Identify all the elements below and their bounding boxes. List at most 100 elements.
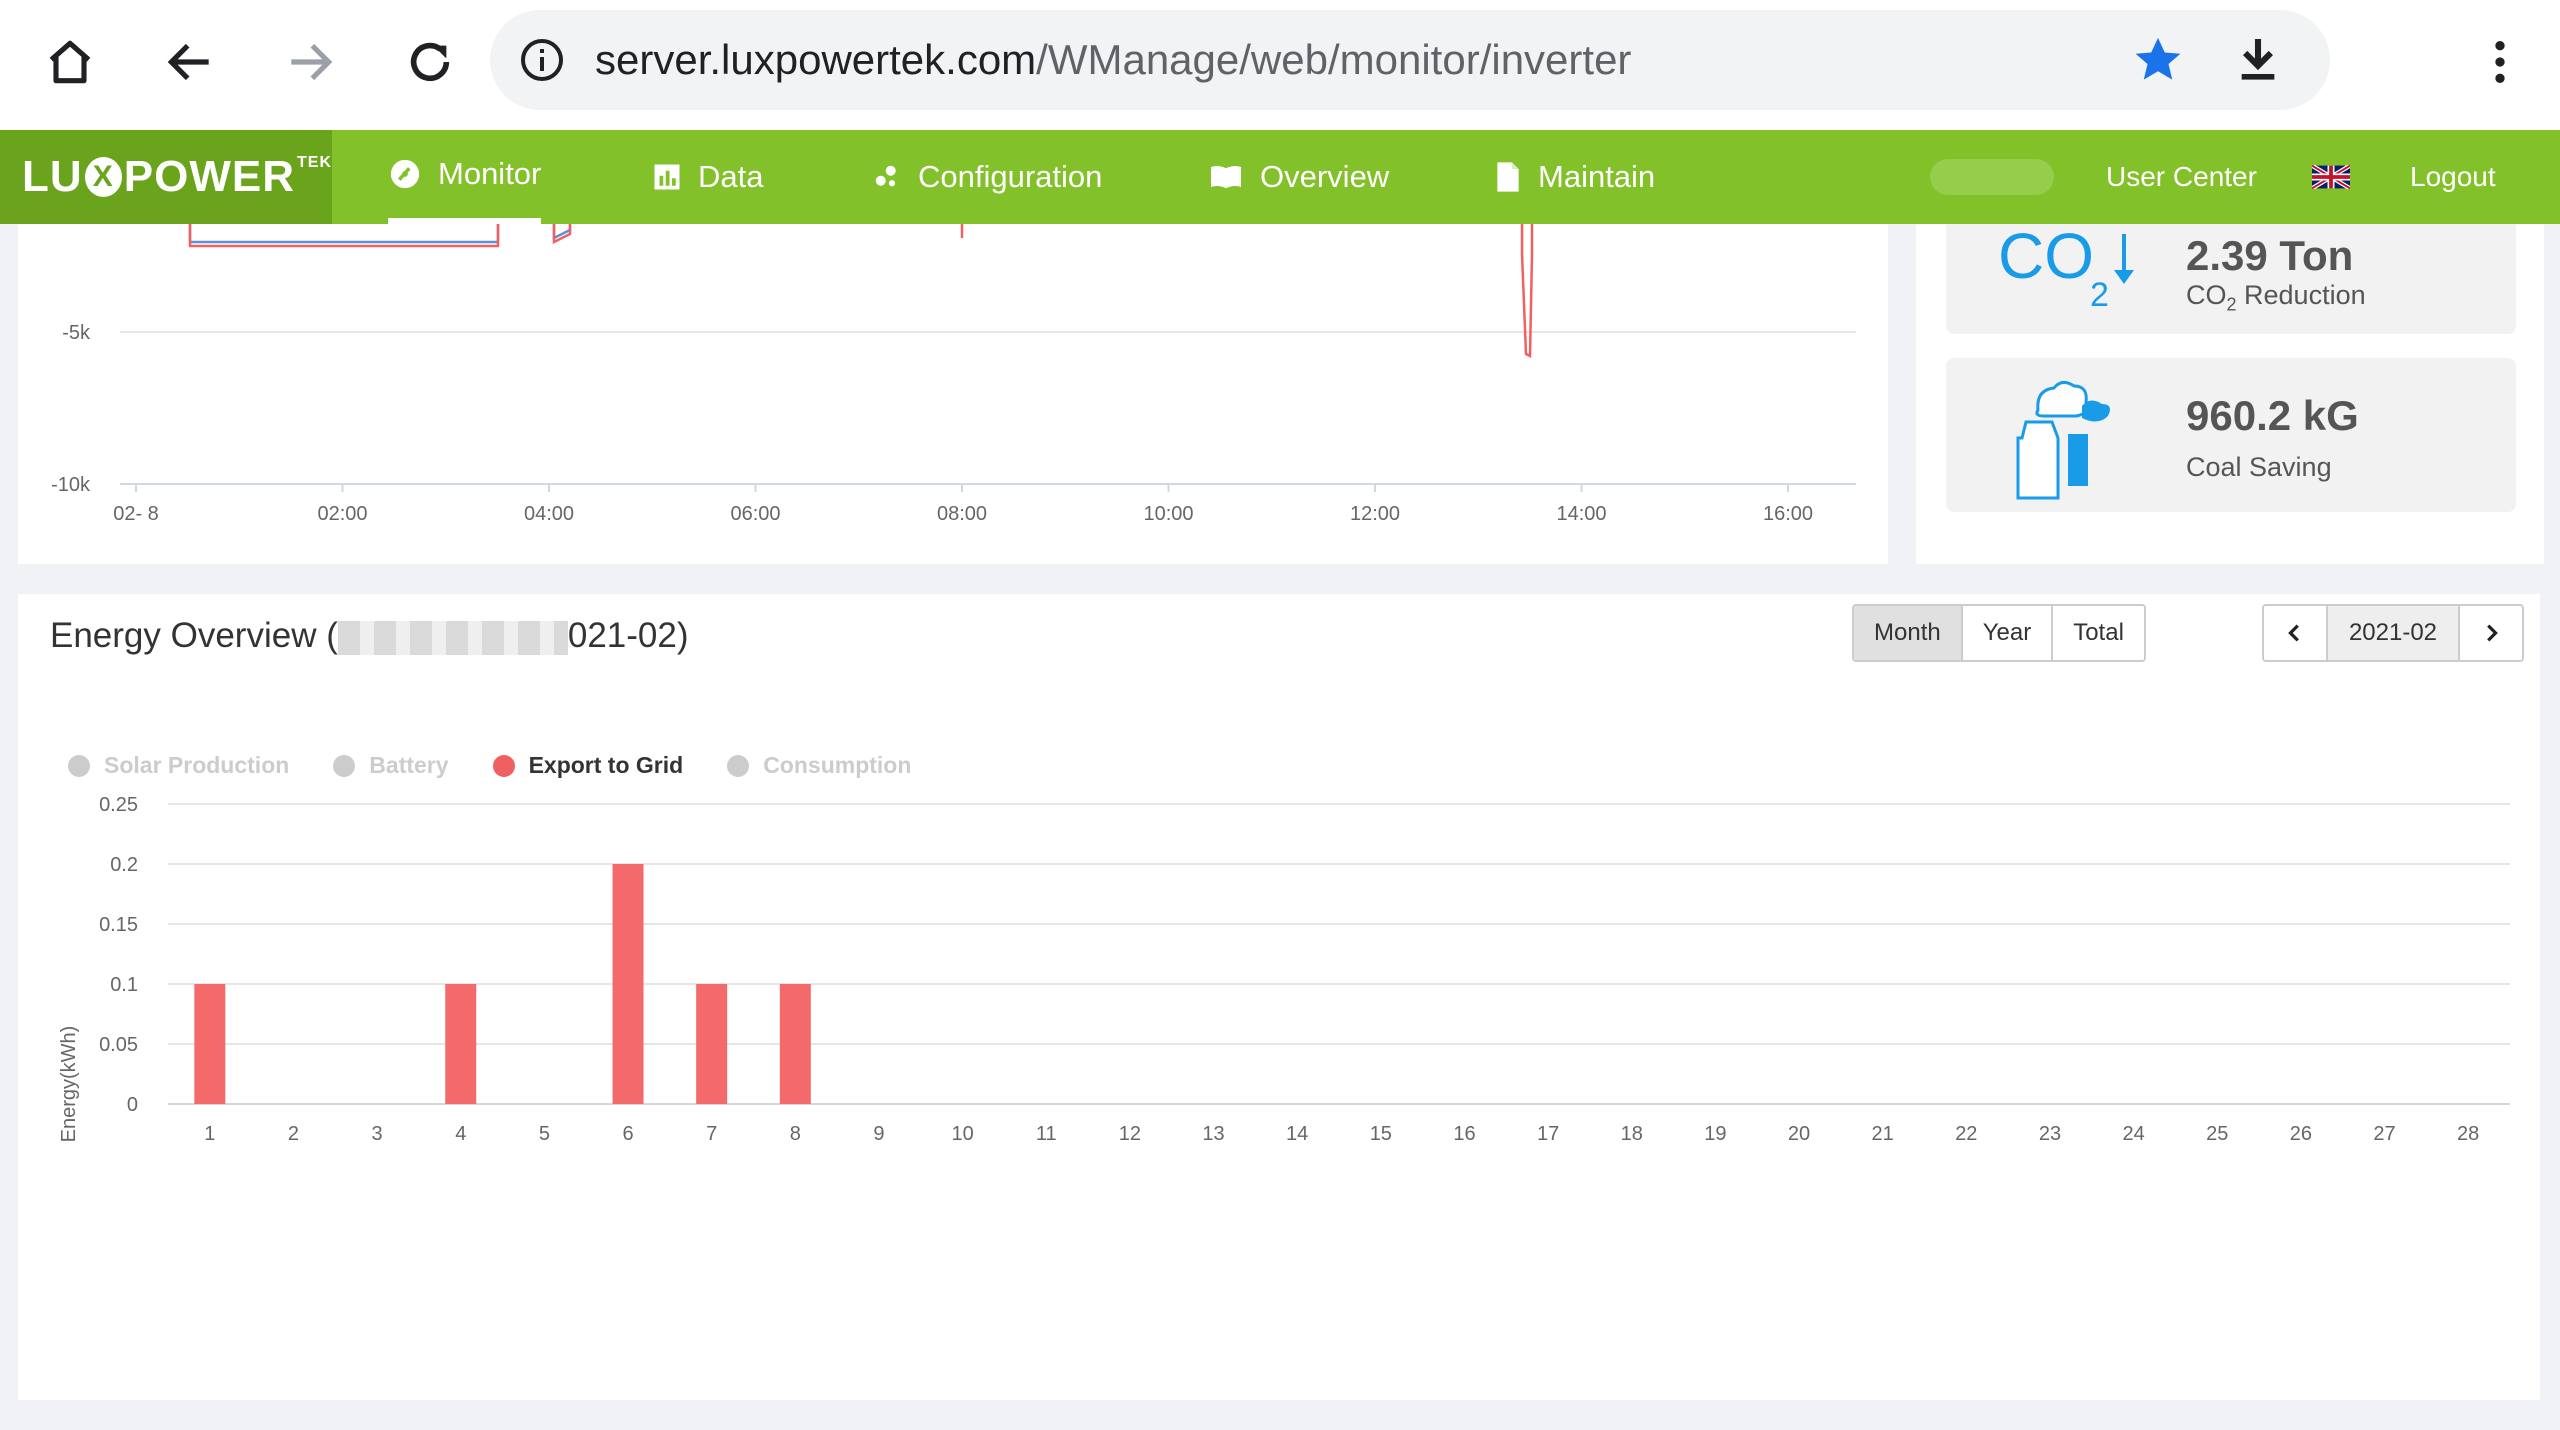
x-tick-label: 21 [1872,1123,1894,1145]
legend-battery[interactable]: Battery [333,752,449,779]
nav-overview-label: Overview [1260,159,1390,194]
power-x-tick-label: 02:00 [317,503,367,525]
home-icon[interactable] [36,28,104,96]
y-tick-label: 0.2 [110,854,138,876]
x-tick-label: 10 [951,1123,973,1145]
y-tick-label: 0.25 [99,794,138,816]
logout-link[interactable]: Logout [2410,130,2496,224]
battery-trace [188,224,500,244]
nav-configuration[interactable]: Configuration [872,130,1102,224]
nav-maintain-label: Maintain [1538,159,1656,194]
username-redacted [1930,130,2054,224]
luxpower-logo[interactable]: LU X POWER TEK [0,130,332,224]
y-tick-neg5k: -5k [62,322,91,344]
x-tick-label: 19 [1704,1123,1726,1145]
y-tick-label: 0 [127,1094,138,1116]
bar-chart-icon [654,164,680,190]
x-tick-label: 22 [1955,1123,1977,1145]
energy-title: Energy Overview (021-02) [50,616,689,655]
nav-monitor-label: Monitor [438,156,542,191]
x-tick-label: 24 [2122,1123,2144,1145]
y-tick-label: 0.1 [110,974,138,996]
x-tick-label: 15 [1370,1123,1392,1145]
period-toggle: Month Year Total [1852,604,2146,662]
year-button[interactable]: Year [1962,606,2054,660]
next-month-button[interactable] [2460,606,2522,660]
date-value[interactable]: 2021-02 [2326,606,2460,660]
power-line-chart: -5k -10k 02- 8 02:00 04:00 06:00 08:00 10:00 1… [51,224,1856,525]
bar-export-day-8 [779,984,811,1104]
x-tick-label: 1 [204,1123,215,1145]
x-tick-label: 12 [1119,1123,1141,1145]
redacted-serial [337,620,568,655]
total-button[interactable]: Total [2053,606,2144,660]
x-tick-label: 25 [2206,1123,2228,1145]
legend-export-to-grid[interactable]: Export to Grid [492,752,683,779]
legend-consumption[interactable]: Consumption [727,752,911,779]
main-nav: LU X POWER TEK Monitor Data Configuration O… [0,130,2560,224]
download-icon[interactable] [2230,32,2286,93]
x-tick-label: 28 [2457,1123,2479,1145]
x-tick-label: 17 [1537,1123,1559,1145]
prev-month-button[interactable] [2264,606,2326,660]
grid-spike-2 [1520,224,1534,359]
address-bar[interactable]: server.luxpowertek.com/WManage/web/monit… [490,10,2330,110]
x-tick-label: 7 [706,1123,717,1145]
chevron-right-icon [2487,624,2498,642]
coal-plant-icon [2008,374,2138,509]
co2-down-icon: CO 2 [1998,220,2138,321]
nav-data[interactable]: Data [652,130,763,224]
info-icon[interactable] [518,36,566,89]
y-tick-label: 0.15 [99,914,138,936]
x-tick-label: 2 [288,1123,299,1145]
reload-icon[interactable] [396,28,464,96]
x-tick-label: 8 [790,1123,801,1145]
month-button[interactable]: Month [1854,606,1963,660]
bar-export-day-1 [194,984,226,1104]
co2-value: 2.39 Ton [2186,232,2354,279]
nav-maintain[interactable]: Maintain [1494,130,1655,224]
forward-arrow-icon[interactable] [276,28,344,96]
energy-overview-card: Energy Overview (021-02) Month Year Tota… [18,594,2540,1400]
y-tick-neg10k: -10k [51,474,91,496]
date-picker: 2021-02 [2262,604,2524,662]
x-tick-label: 11 [1036,1123,1057,1145]
power-x-tick-label: 10:00 [1143,503,1193,525]
co2-label: CO2 Reduction [2186,280,2366,315]
x-tick-label: 6 [622,1123,633,1145]
power-x-tick-label: 06:00 [730,503,780,525]
co2-stat-box: CO 2 2.39 Ton CO2 Reduction [1946,220,2516,334]
x-tick-label: 27 [2373,1123,2395,1145]
uk-flag-icon[interactable] [2312,130,2350,224]
x-tick-label: 23 [2039,1123,2061,1145]
x-tick-label: 18 [1621,1123,1643,1145]
x-tick-label: 3 [372,1123,383,1145]
legend-solar-production[interactable]: Solar Production [68,752,289,779]
chevron-left-icon [2288,624,2299,642]
x-tick-label: 5 [539,1123,550,1145]
x-tick-label: 16 [1453,1123,1475,1145]
user-center-link[interactable]: User Center [2106,130,2257,224]
bar-export-day-6 [612,864,644,1104]
nav-configuration-label: Configuration [918,159,1103,194]
nav-monitor[interactable]: Monitor [388,130,542,224]
x-tick-label: 20 [1788,1123,1810,1145]
x-tick-label: 14 [1286,1123,1308,1145]
url-text[interactable]: server.luxpowertek.com/WManage/web/monit… [595,36,1631,84]
nav-overview[interactable]: Overview [1208,130,1389,224]
x-tick-label: 26 [2290,1123,2312,1145]
bookmark-star-icon[interactable] [2130,32,2186,93]
power-chart-card: -5k -10k 02- 8 02:00 04:00 06:00 08:00 10:00 1… [18,224,1888,564]
back-arrow-icon[interactable] [156,28,224,96]
power-x-ticks: 02- 8 02:00 04:00 06:00 08:00 10:00 12:00 14:00… [113,484,1813,525]
chart-legend: Solar Production Battery Export to Grid … [68,752,911,779]
book-icon [1211,166,1241,189]
more-vert-icon[interactable] [2466,28,2534,96]
stats-panel: CO 2 2.39 Ton CO2 Reduction 960.2 kG Coa… [1916,220,2544,564]
nav-data-label: Data [698,159,764,194]
document-icon [1497,162,1519,192]
power-x-tick-label: 14:00 [1556,503,1606,525]
bar-export-day-7 [696,984,728,1104]
power-x-tick-label: 16:00 [1763,503,1813,525]
power-x-tick-label: 04:00 [524,503,574,525]
